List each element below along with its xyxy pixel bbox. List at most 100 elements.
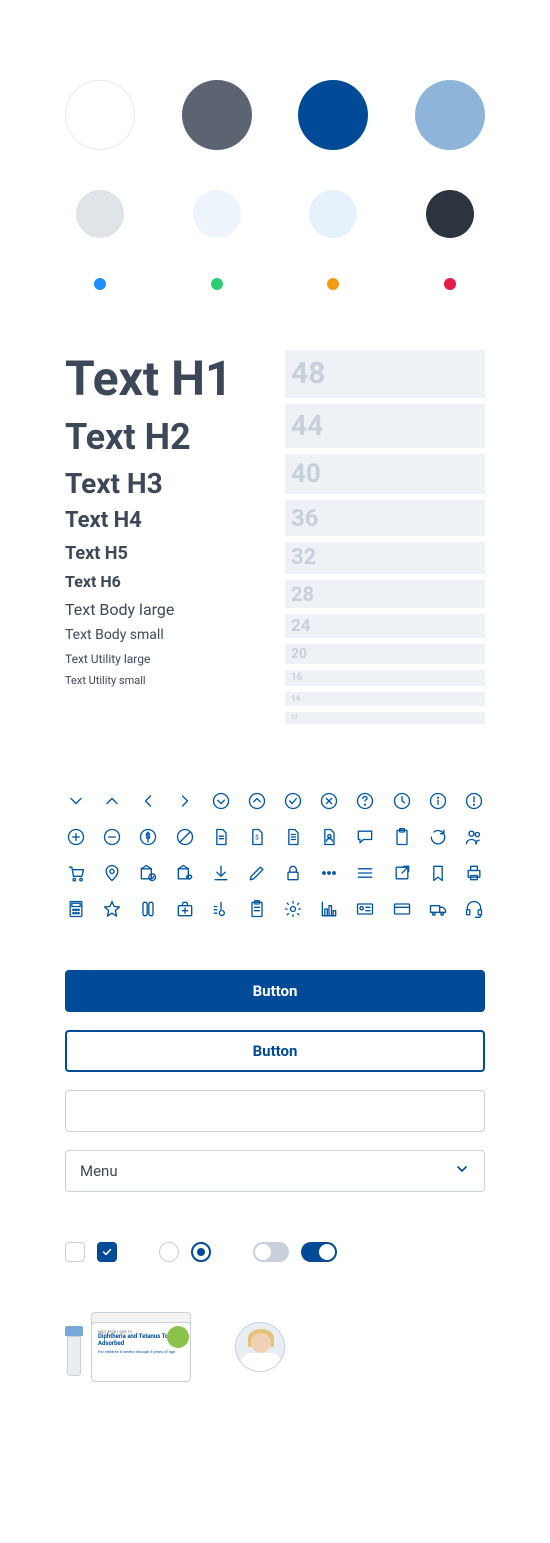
heading-5: Text H5 bbox=[65, 543, 265, 565]
bookmark-icon bbox=[427, 862, 449, 884]
package-heart-icon bbox=[174, 862, 196, 884]
circle-chevron-up-icon bbox=[246, 790, 268, 812]
size-bar-32: 32 bbox=[285, 542, 485, 574]
utility-large: Text Utility large bbox=[65, 652, 265, 666]
printer-icon bbox=[463, 862, 485, 884]
bar-chart-icon bbox=[318, 898, 340, 920]
heading-2: Text H2 bbox=[65, 416, 265, 459]
size-bar-44: 44 bbox=[285, 404, 485, 448]
download-icon bbox=[210, 862, 232, 884]
buttons-section: Button Button Menu bbox=[65, 970, 485, 1192]
size-bar-14: 14 bbox=[285, 692, 485, 706]
heading-3: Text H3 bbox=[65, 467, 265, 501]
heading-1: Text H1 bbox=[65, 350, 265, 408]
size-bar-24: 24 bbox=[285, 614, 485, 638]
swatch-danger bbox=[444, 278, 456, 290]
swatch-light-blue bbox=[415, 80, 485, 150]
headset-icon bbox=[463, 898, 485, 920]
package-check-icon bbox=[137, 862, 159, 884]
lock-icon bbox=[282, 862, 304, 884]
file-icon bbox=[210, 826, 232, 848]
size-bars: 48 44 40 36 32 28 24 20 16 14 12 bbox=[285, 350, 485, 730]
check-circle-icon bbox=[282, 790, 304, 812]
clipboard-icon bbox=[391, 826, 413, 848]
heading-6: Text H6 bbox=[65, 572, 265, 591]
map-pin-icon bbox=[101, 862, 123, 884]
swatch-white bbox=[65, 80, 135, 150]
plus-circle-icon bbox=[65, 826, 87, 848]
body-large: Text Body large bbox=[65, 600, 265, 619]
circle-chevron-down-icon bbox=[210, 790, 232, 812]
thermometer-icon bbox=[210, 898, 232, 920]
dropdown-select[interactable]: Menu bbox=[65, 1150, 485, 1192]
test-tubes-icon bbox=[137, 898, 159, 920]
swatch-info bbox=[94, 278, 106, 290]
chevron-up-icon bbox=[101, 790, 123, 812]
first-aid-icon bbox=[174, 898, 196, 920]
star-icon bbox=[101, 898, 123, 920]
swatch-row-large bbox=[65, 80, 485, 150]
radio-unchecked[interactable] bbox=[159, 1242, 179, 1262]
slash-circle-icon bbox=[174, 826, 196, 848]
text-input[interactable] bbox=[65, 1090, 485, 1132]
minus-circle-icon bbox=[101, 826, 123, 848]
toggle-off[interactable] bbox=[253, 1242, 289, 1262]
utility-small: Text Utility small bbox=[65, 674, 265, 687]
primary-button[interactable]: Button bbox=[65, 970, 485, 1012]
size-bar-36: 36 bbox=[285, 500, 485, 536]
file-dollar-icon: $ bbox=[246, 826, 268, 848]
body-small: Text Body small bbox=[65, 627, 265, 644]
checkbox-unchecked[interactable] bbox=[65, 1242, 85, 1262]
product-badge bbox=[167, 1326, 189, 1348]
swatch-success bbox=[211, 278, 223, 290]
external-link-icon bbox=[391, 862, 413, 884]
menu-icon bbox=[354, 862, 376, 884]
clock-icon bbox=[391, 790, 413, 812]
chevron-down-icon bbox=[65, 790, 87, 812]
file-text-icon bbox=[282, 826, 304, 848]
select-label: Menu bbox=[80, 1162, 118, 1180]
swatch-gray-100 bbox=[76, 190, 124, 238]
swatch-warning bbox=[327, 278, 339, 290]
size-bar-12: 12 bbox=[285, 712, 485, 724]
controls-section bbox=[65, 1242, 485, 1262]
svg-text:$: $ bbox=[255, 834, 259, 842]
size-bar-40: 40 bbox=[285, 454, 485, 494]
x-circle-icon bbox=[318, 790, 340, 812]
truck-icon bbox=[427, 898, 449, 920]
calculator-icon bbox=[65, 898, 87, 920]
radio-checked[interactable] bbox=[191, 1242, 211, 1262]
product-package: NDC 49281-225-10 Diphtheria and Tetanus … bbox=[65, 1312, 195, 1382]
id-card-icon bbox=[354, 898, 376, 920]
swatch-gray bbox=[182, 80, 252, 150]
checkbox-checked[interactable] bbox=[97, 1242, 117, 1262]
secondary-button[interactable]: Button bbox=[65, 1030, 485, 1072]
chat-icon bbox=[354, 826, 376, 848]
edit-icon bbox=[246, 862, 268, 884]
credit-card-icon bbox=[391, 898, 413, 920]
help-circle-icon bbox=[354, 790, 376, 812]
vial bbox=[65, 1326, 83, 1382]
chevron-left-icon bbox=[137, 790, 159, 812]
heading-4: Text H4 bbox=[65, 508, 265, 534]
more-horizontal-icon bbox=[318, 862, 340, 884]
dollar-circle-icon bbox=[137, 826, 159, 848]
chevron-down-icon bbox=[454, 1161, 470, 1181]
swatch-blue-50 bbox=[193, 190, 241, 238]
file-user-icon bbox=[318, 826, 340, 848]
clipboard-list-icon bbox=[246, 898, 268, 920]
alert-circle-icon bbox=[463, 790, 485, 812]
swatch-row-small bbox=[65, 278, 485, 290]
chevron-right-icon bbox=[174, 790, 196, 812]
type-samples: Text H1 Text H2 Text H3 Text H4 Text H5 … bbox=[65, 350, 265, 695]
size-bar-48: 48 bbox=[285, 350, 485, 398]
size-bar-20: 20 bbox=[285, 644, 485, 664]
toggle-on[interactable] bbox=[301, 1242, 337, 1262]
swatch-navy bbox=[426, 190, 474, 238]
settings-icon bbox=[282, 898, 304, 920]
swatch-blue-75 bbox=[309, 190, 357, 238]
color-swatches bbox=[65, 80, 485, 290]
size-bar-16: 16 bbox=[285, 670, 485, 686]
icon-grid: $ bbox=[65, 790, 485, 920]
avatar bbox=[235, 1322, 285, 1372]
